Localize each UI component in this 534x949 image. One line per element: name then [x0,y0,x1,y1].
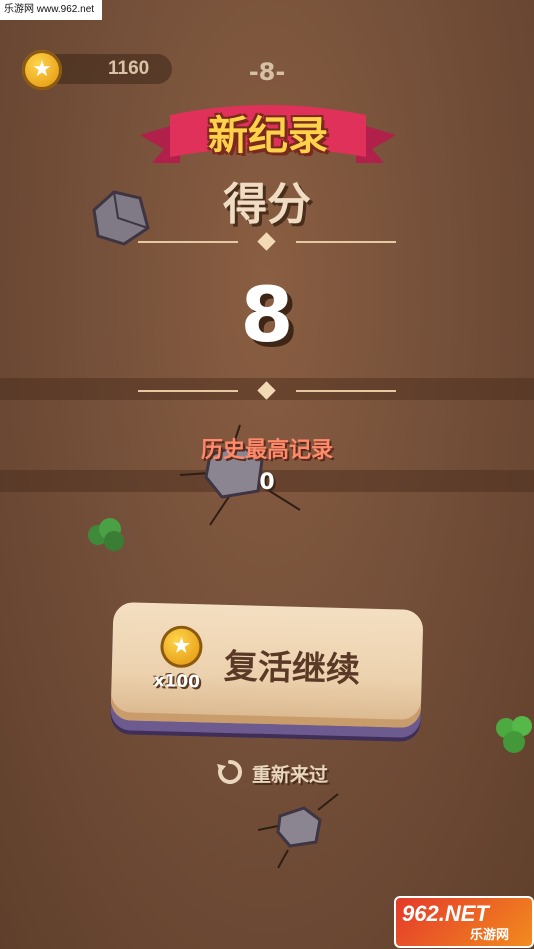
best-record-value: 0 [259,470,275,495]
divider-line [296,241,396,243]
watermark-bottom: 962.NET 乐游网 [394,896,534,948]
level-indicator: -8- [248,58,286,86]
score-label: 得分 [223,179,311,230]
divider-line [138,241,238,243]
bush-decoration [88,518,124,551]
revive-label: 复活继续 [223,646,361,691]
coin-value: 1160 [108,58,150,79]
new-record-banner: 新纪录 [140,95,396,175]
score-value: 8 [240,270,294,359]
banner-title: 新纪录 [208,113,328,159]
clover-decoration [496,716,532,753]
star-coin-icon: ★ [159,625,203,669]
revive-cost: x100 [153,671,201,693]
revive-continue-button[interactable]: ★ x100 复活继续 [110,601,424,729]
coin-counter: ★ 1160 [22,50,172,90]
best-record-label: 历史最高记录 [200,438,333,463]
watermark-top: 乐游网 www.962.net [0,0,102,20]
rock-crack-decoration [258,793,339,869]
rock-decoration [92,190,150,246]
divider-line [296,390,396,392]
star-coin-icon: ★ [22,50,62,90]
restart-button[interactable]: 重新来过 [216,756,346,788]
restart-label: 重新来过 [252,764,329,786]
divider-line [138,390,238,392]
watermark-sub: 乐游网 [470,928,510,943]
restart-icon [217,759,243,784]
